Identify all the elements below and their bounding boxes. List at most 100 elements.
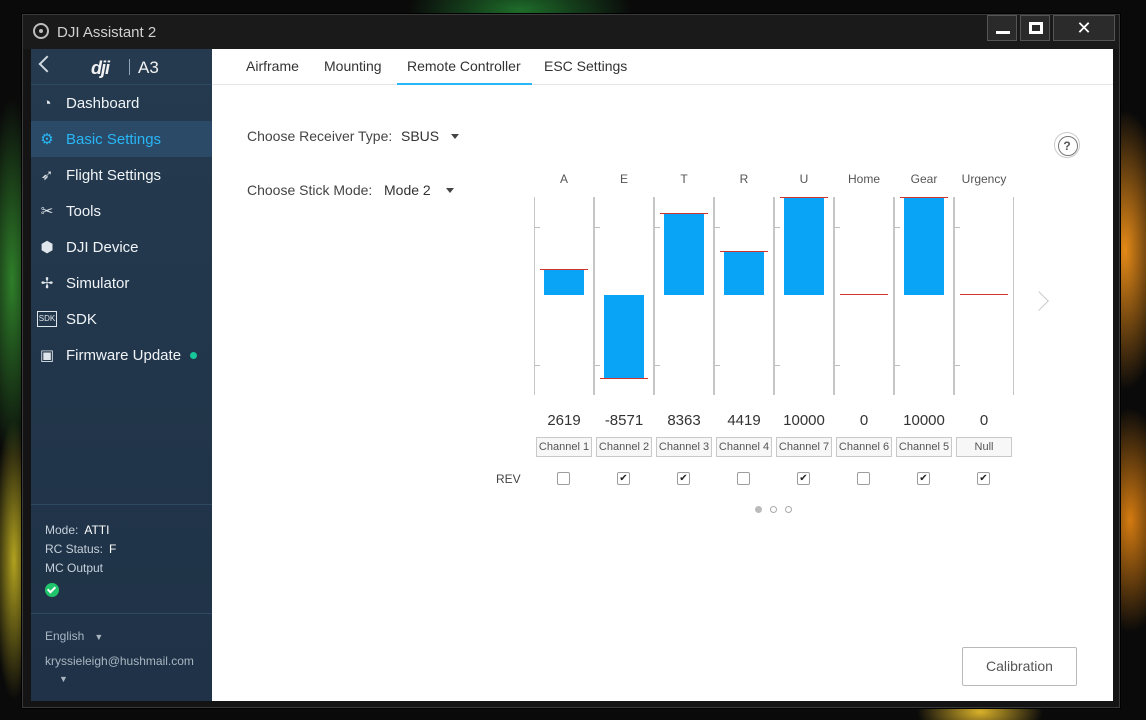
tab-mounting[interactable]: Mounting	[324, 58, 382, 85]
question-mark-icon: ?	[1063, 139, 1071, 153]
tab-bar: Airframe Mounting Remote Controller ESC …	[212, 49, 1113, 85]
track-tick	[775, 365, 780, 366]
rev-checkbox[interactable]: ✔	[797, 472, 810, 485]
pager-dot-active[interactable]	[755, 506, 762, 513]
brand-divider	[129, 59, 130, 75]
sidebar-item-label: Dashboard	[66, 94, 140, 112]
chevron-right-icon[interactable]	[1029, 291, 1049, 311]
channel-bar-track	[594, 197, 654, 395]
channel-bar	[604, 295, 644, 378]
rev-checkbox[interactable]: ✔	[677, 472, 690, 485]
channel-name-label: U	[799, 172, 809, 186]
receiver-type-select[interactable]: SBUS	[401, 128, 439, 144]
track-tick	[715, 365, 720, 366]
sidebar-item-dji-device[interactable]: ⬢ DJI Device	[31, 229, 212, 265]
channel-source-select[interactable]: Channel 5	[896, 437, 952, 457]
sidebar-item-label: SDK	[66, 310, 97, 328]
rev-checkbox[interactable]	[857, 472, 870, 485]
track-tick	[655, 227, 660, 228]
channel-source-select[interactable]: Null	[956, 437, 1012, 457]
app-logo-icon	[33, 23, 49, 39]
channel-source-select[interactable]: Channel 7	[776, 437, 832, 457]
maximize-button[interactable]	[1020, 15, 1050, 41]
channel-source-select[interactable]: Channel 3	[656, 437, 712, 457]
chevron-down-icon: ▼	[94, 632, 104, 642]
channel-level-marker	[900, 197, 948, 198]
pager-dot[interactable]	[785, 506, 792, 513]
cube-icon: ⬢	[40, 239, 54, 256]
back-arrow-icon[interactable]	[38, 55, 56, 73]
sidebar-item-basic-settings[interactable]: ⚙ Basic Settings	[31, 121, 212, 157]
channel-name-label: E	[619, 172, 628, 186]
track-tick	[535, 227, 540, 228]
tab-remote-controller[interactable]: Remote Controller	[397, 58, 532, 85]
title-bar: DJI Assistant 2 ✕	[23, 15, 1119, 49]
channel-value: 8363	[667, 412, 701, 429]
tab-esc-settings[interactable]: ESC Settings	[544, 58, 627, 85]
rev-checkbox[interactable]	[557, 472, 570, 485]
channel-level-marker	[960, 294, 1008, 295]
track-tick	[655, 365, 660, 366]
channel-bar-track	[654, 197, 714, 395]
mode-label: Mode:	[45, 523, 79, 537]
channel-bar-track	[954, 197, 1014, 395]
language-value: English	[45, 629, 85, 643]
channel-name-label: Gear	[910, 172, 938, 186]
channel-bar	[784, 198, 824, 295]
language-select[interactable]: English ▼	[45, 629, 194, 654]
sidebar-nav: ◔ Dashboard ⚙ Basic Settings ➶ Flight Setting…	[31, 85, 212, 373]
sidebar-item-simulator[interactable]: ✢ Simulator	[31, 265, 212, 301]
channel-name-label: Urgency	[961, 172, 1007, 186]
channel-level-marker	[720, 251, 768, 252]
channel-bar-track	[894, 197, 954, 395]
calibration-button[interactable]: Calibration	[962, 647, 1077, 686]
help-icon[interactable]: ?	[1054, 132, 1080, 158]
sidebar-footer: English ▼ kryssieleigh@hushmail.com ▼	[45, 629, 194, 684]
channel-source-select[interactable]: Channel 1	[536, 437, 592, 457]
sidebar-header: dji A3	[31, 49, 212, 85]
channel-name-label: R	[739, 172, 749, 186]
minimize-button[interactable]	[987, 15, 1017, 41]
sidebar-item-label: DJI Device	[66, 238, 139, 256]
sidebar-item-dashboard[interactable]: ◔ Dashboard	[31, 85, 212, 121]
rev-checkbox[interactable]: ✔	[617, 472, 630, 485]
track-tick	[595, 365, 600, 366]
tab-airframe[interactable]: Airframe	[246, 58, 299, 85]
track-tick	[595, 227, 600, 228]
brand-logo: dji	[91, 58, 110, 78]
check-circle-icon	[45, 583, 59, 597]
rev-checkbox[interactable]: ✔	[917, 472, 930, 485]
sidebar-item-sdk[interactable]: SDK SDK	[31, 301, 212, 337]
mode-value: ATTI	[84, 523, 110, 537]
track-tick	[535, 365, 540, 366]
channel-source-select[interactable]: Channel 6	[836, 437, 892, 457]
stick-mode-select[interactable]: Mode 2	[384, 182, 431, 198]
account-menu-toggle[interactable]: ▼	[45, 674, 194, 684]
channel-source-select[interactable]: Channel 2	[596, 437, 652, 457]
channel-bar-track	[774, 197, 834, 395]
sidebar-item-flight-settings[interactable]: ➶ Flight Settings	[31, 157, 212, 193]
chevron-down-icon[interactable]	[446, 188, 454, 193]
account-email[interactable]: kryssieleigh@hushmail.com	[45, 654, 194, 674]
track-tick	[835, 227, 840, 228]
channel-value: 10000	[783, 412, 825, 429]
channel-value: -8571	[604, 412, 644, 429]
channel-value: 2619	[547, 412, 581, 429]
sidebar-item-tools[interactable]: ✂ Tools	[31, 193, 212, 229]
rev-checkbox[interactable]: ✔	[977, 472, 990, 485]
pager-dot[interactable]	[770, 506, 777, 513]
sidebar-item-label: Flight Settings	[66, 166, 162, 184]
minimize-icon	[996, 31, 1010, 34]
sidebar-item-firmware-update[interactable]: ▣ Firmware Update	[31, 337, 212, 373]
channel-level-marker	[840, 294, 888, 295]
rev-checkbox[interactable]	[737, 472, 750, 485]
channel-source-select[interactable]: Channel 4	[716, 437, 772, 457]
chevron-down-icon[interactable]	[451, 134, 459, 139]
sidebar-item-label: Firmware Update	[66, 346, 182, 364]
track-tick	[835, 365, 840, 366]
close-button[interactable]: ✕	[1053, 15, 1115, 41]
track-tick	[715, 227, 720, 228]
model-name: A3	[138, 58, 159, 77]
status-panel: Mode: ATTI RC Status: F MC Output	[31, 504, 212, 614]
channel-level-marker	[600, 378, 648, 379]
